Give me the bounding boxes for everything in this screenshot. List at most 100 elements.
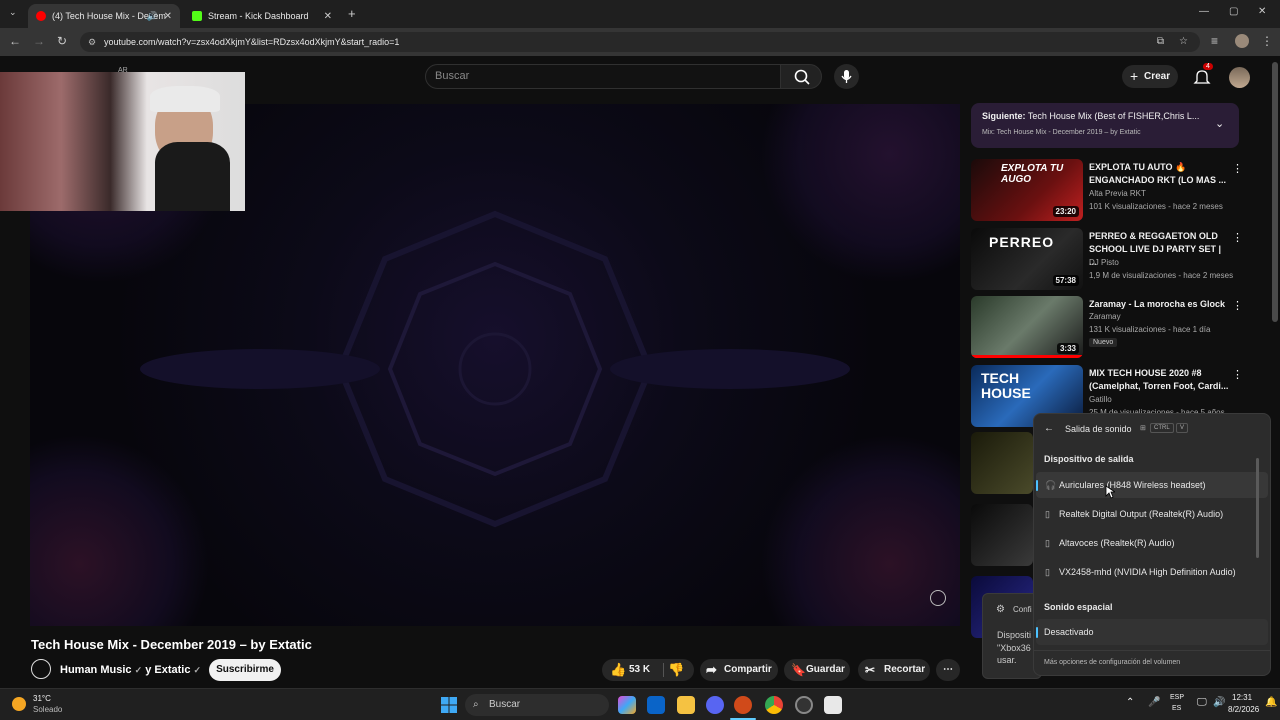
recommendation-item[interactable]: 3:33 Zaramay - La morocha es Glock Zaram… — [971, 296, 1243, 360]
more-options-icon[interactable]: ⋮ — [1232, 231, 1243, 244]
more-options-icon[interactable]: ⋮ — [1232, 299, 1243, 312]
more-volume-settings-link[interactable]: Más opciones de configuración del volume… — [1044, 659, 1180, 666]
recommendation-item[interactable]: EXPLOTA TU AUGO 23:20 EXPLOTA TU AUTO 🔥 … — [971, 159, 1243, 223]
recommendation-item[interactable]: PERREO 57:38 PERREO & REGGAETON OLD SCHO… — [971, 228, 1243, 292]
save-button[interactable]: 🔖 Guardar — [784, 659, 850, 681]
sound-output-flyout: ← Salida de sonido ⊞ CTRL V Dispositivo … — [1033, 413, 1271, 676]
more-actions-button[interactable]: ⋯ — [936, 659, 960, 681]
sun-weather-icon[interactable] — [12, 697, 26, 711]
site-info-icon[interactable]: ⚙ — [88, 32, 96, 52]
channel-watermark-icon[interactable] — [930, 590, 946, 606]
search-icon — [794, 69, 810, 85]
channel-name[interactable]: Human Music ✓ y Extatic ✓ — [60, 664, 201, 676]
more-icon: ⋯ — [943, 664, 953, 675]
back-arrow-icon[interactable]: ← — [1044, 423, 1054, 434]
address-bar[interactable]: ⚙ youtube.com/watch?v=zsx4odXkjmY&list=R… — [80, 32, 1200, 52]
window-close-icon[interactable]: ✕ — [1258, 6, 1266, 17]
device-headset[interactable]: 🎧 Auriculares (H848 Wireless headset) — [1036, 472, 1268, 498]
divider — [663, 663, 664, 677]
voice-search-button[interactable] — [834, 64, 859, 89]
bell-icon — [1193, 70, 1211, 84]
notifications-button[interactable]: 4 — [1193, 63, 1213, 91]
clock-date[interactable]: 8/2/2026 — [1228, 705, 1259, 714]
chrome-icon[interactable] — [765, 696, 783, 714]
duration-badge: 57:38 — [1052, 275, 1079, 286]
reload-icon[interactable]: ↻ — [57, 34, 67, 48]
like-count[interactable]: 53 K — [629, 659, 650, 681]
video-thumbnail[interactable] — [971, 504, 1033, 566]
search-button[interactable] — [780, 64, 822, 89]
clip-button[interactable]: ✂ Recortar — [858, 659, 930, 681]
recommendation-stats: 131 K visualizaciones - hace 1 día — [1089, 325, 1211, 334]
audio-playing-icon[interactable]: 🔊 — [147, 11, 158, 22]
subscribe-button[interactable]: Suscribirme — [209, 659, 281, 681]
page-scrollbar[interactable] — [1272, 62, 1278, 322]
browser-menu-icon[interactable]: ⋮ — [1261, 34, 1273, 48]
spatial-sound-option[interactable]: Desactivado — [1036, 619, 1268, 645]
clock-time[interactable]: 12:31 — [1232, 693, 1252, 702]
shortcut-v: V — [1176, 423, 1189, 433]
notifications-center-icon[interactable]: 🔔 — [1265, 697, 1277, 708]
microphone-icon[interactable]: 🎤 — [1148, 697, 1160, 708]
minimize-icon[interactable]: — — [1199, 6, 1209, 17]
selected-indicator — [1036, 627, 1038, 638]
video-thumbnail[interactable]: 3:33 — [971, 296, 1083, 358]
document-app-icon[interactable] — [824, 696, 842, 714]
duration-badge: 3:33 — [1056, 343, 1079, 354]
video-title: Tech House Mix - December 2019 – by Exta… — [31, 637, 312, 652]
selected-indicator — [1036, 480, 1038, 491]
channel-name-text: Human Music — [60, 664, 132, 676]
tab-youtube[interactable]: (4) Tech House Mix - Decem 🔊 ✕ — [28, 4, 180, 28]
divider — [1034, 650, 1270, 651]
obs-icon[interactable] — [795, 696, 813, 714]
bookmark-star-icon[interactable]: ☆ — [1179, 32, 1188, 52]
more-options-icon[interactable]: ⋮ — [1232, 368, 1243, 381]
account-avatar[interactable] — [1229, 67, 1250, 88]
copilot-icon[interactable] — [618, 696, 636, 714]
media-control-icon[interactable]: ≡ — [1211, 34, 1218, 48]
language-top[interactable]: ESP — [1170, 694, 1184, 701]
flyout-scrollbar[interactable] — [1256, 458, 1259, 558]
video-thumbnail[interactable]: EXPLOTA TU AUGO 23:20 — [971, 159, 1083, 221]
search-icon: ⌕ — [473, 699, 479, 710]
profile-avatar-icon[interactable] — [1235, 34, 1249, 48]
windows-start-icon[interactable] — [440, 696, 458, 714]
create-button[interactable]: + Crear — [1122, 65, 1178, 88]
tab-kick[interactable]: Stream - Kick Dashboard ✕ — [184, 4, 340, 28]
chevron-up-icon[interactable]: ⌃ — [1126, 697, 1134, 708]
share-button[interactable]: ➦ Compartir — [700, 659, 778, 681]
channel-avatar[interactable] — [31, 659, 51, 679]
video-thumbnail[interactable]: PERREO 57:38 — [971, 228, 1083, 290]
device-realtek-digital[interactable]: ▯ Realtek Digital Output (Realtek(R) Aud… — [1036, 501, 1268, 527]
taskbar-search[interactable]: ⌕ Buscar — [465, 694, 609, 716]
device-speakers[interactable]: ▯ Altavoces (Realtek(R) Audio) — [1036, 530, 1268, 556]
webcam-overlay — [0, 72, 245, 211]
file-explorer-icon[interactable] — [677, 696, 695, 714]
close-tab-icon[interactable]: ✕ — [324, 11, 332, 22]
forward-icon[interactable]: → — [33, 34, 45, 48]
app-icon[interactable] — [734, 696, 752, 714]
more-options-icon[interactable]: ⋮ — [1232, 162, 1243, 175]
toast-text-3: usar. — [997, 655, 1017, 665]
maximize-icon[interactable]: ▢ — [1229, 6, 1238, 17]
like-icon[interactable]: 👍 — [610, 659, 626, 681]
network-icon[interactable]: 🖵 — [1197, 697, 1207, 708]
install-app-icon[interactable]: ⧉ — [1157, 32, 1164, 52]
dislike-icon[interactable]: 👎 — [668, 659, 684, 681]
back-icon[interactable]: ← — [9, 34, 21, 48]
search-input[interactable]: Buscar — [425, 64, 781, 89]
tab-search-icon[interactable]: ⌄ — [9, 7, 17, 18]
thumbnail-text: EXPLOTA TU AUGO — [1001, 163, 1064, 185]
chevron-down-icon[interactable]: ⌄ — [1215, 117, 1224, 130]
mouse-cursor-icon — [1105, 485, 1115, 499]
device-nvidia-monitor[interactable]: ▯ VX2458-mhd (NVIDIA High Definition Aud… — [1036, 559, 1268, 585]
up-next-panel[interactable]: Siguiente: Tech House Mix (Best of FISHE… — [971, 103, 1239, 148]
discord-icon[interactable] — [706, 696, 724, 714]
new-tab-icon[interactable]: + — [348, 6, 356, 21]
browser-tab-bar: ⌄ (4) Tech House Mix - Decem 🔊 ✕ Stream … — [0, 0, 1280, 28]
volume-icon[interactable]: 🔊 — [1213, 697, 1225, 708]
video-thumbnail[interactable] — [971, 432, 1033, 494]
outlook-icon[interactable] — [647, 696, 665, 714]
close-tab-icon[interactable]: ✕ — [164, 11, 172, 22]
language-bottom[interactable]: ES — [1172, 705, 1181, 712]
